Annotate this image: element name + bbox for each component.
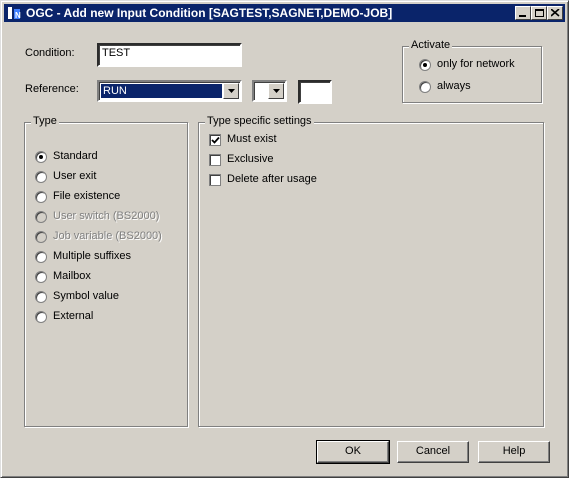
activate-group-title: Activate <box>409 39 453 51</box>
radio-icon <box>35 311 47 323</box>
activate-option-label: only for network <box>437 58 515 70</box>
radio-icon <box>35 191 47 203</box>
type-settings-group-title: Type specific settings <box>205 115 314 127</box>
activate-option-label: always <box>437 80 471 92</box>
svg-text:N: N <box>15 11 21 20</box>
checkbox-checked-icon <box>209 134 221 146</box>
radio-icon <box>419 59 431 71</box>
radio-icon <box>35 251 47 263</box>
checkbox-icon <box>209 154 221 166</box>
type-group: Type Standard User exit File existence U… <box>24 115 188 427</box>
type-option-label: Symbol value <box>53 290 120 302</box>
type-settings-group: Type specific settings Must exist Exclus… <box>198 115 544 427</box>
radio-icon <box>35 151 47 163</box>
reference-dropdown-button[interactable] <box>223 83 239 99</box>
maximize-button[interactable] <box>531 6 547 20</box>
title-bar[interactable]: N OGC - Add new Input Condition [SAGTEST… <box>4 4 565 22</box>
checkbox-icon <box>209 174 221 186</box>
app-icon: N <box>8 7 21 20</box>
reference2-dropdown-button[interactable] <box>268 83 284 99</box>
reference-selected-value: RUN <box>101 84 222 98</box>
reference-label: Reference: <box>25 83 79 95</box>
type-option-label: Mailbox <box>53 270 91 282</box>
help-button[interactable]: Help <box>478 441 550 463</box>
type-group-title: Type <box>31 115 59 127</box>
chevron-down-icon <box>228 89 235 93</box>
activate-group: Activate only for network always <box>402 39 542 103</box>
maximize-icon <box>535 9 544 17</box>
radio-icon <box>35 231 47 243</box>
radio-icon <box>35 291 47 303</box>
type-option-label: Multiple suffixes <box>53 250 132 262</box>
condition-input[interactable]: TEST <box>97 43 242 67</box>
checkbox-label: Delete after usage <box>227 173 317 185</box>
reference-select[interactable]: RUN <box>97 80 242 102</box>
type-option-label: User switch (BS2000) <box>53 210 160 222</box>
minimize-icon <box>519 15 526 17</box>
minimize-button[interactable] <box>515 6 531 20</box>
checkbox-label: Must exist <box>227 133 277 145</box>
checkbox-label: Exclusive <box>227 153 274 165</box>
radio-icon <box>35 211 47 223</box>
cancel-button[interactable]: Cancel <box>397 441 469 463</box>
type-option-label: User exit <box>53 170 97 182</box>
radio-icon <box>35 271 47 283</box>
condition-label: Condition: <box>25 47 75 59</box>
type-option-label: File existence <box>53 190 121 202</box>
window-title: OGC - Add new Input Condition [SAGTEST,S… <box>26 6 393 20</box>
radio-icon <box>35 171 47 183</box>
reference2-select[interactable] <box>252 80 287 102</box>
type-option-label: External <box>53 310 94 322</box>
type-option-label: Standard <box>53 150 98 162</box>
reference3-input[interactable] <box>298 80 332 104</box>
chevron-down-icon <box>273 89 280 93</box>
condition-value: TEST <box>102 47 131 59</box>
type-option-label: Job variable (BS2000) <box>53 230 162 242</box>
ok-button[interactable]: OK <box>316 440 390 464</box>
close-button[interactable] <box>547 6 563 20</box>
dialog-window: N OGC - Add new Input Condition [SAGTEST… <box>0 0 569 478</box>
close-icon <box>551 9 560 17</box>
radio-icon <box>419 81 431 93</box>
